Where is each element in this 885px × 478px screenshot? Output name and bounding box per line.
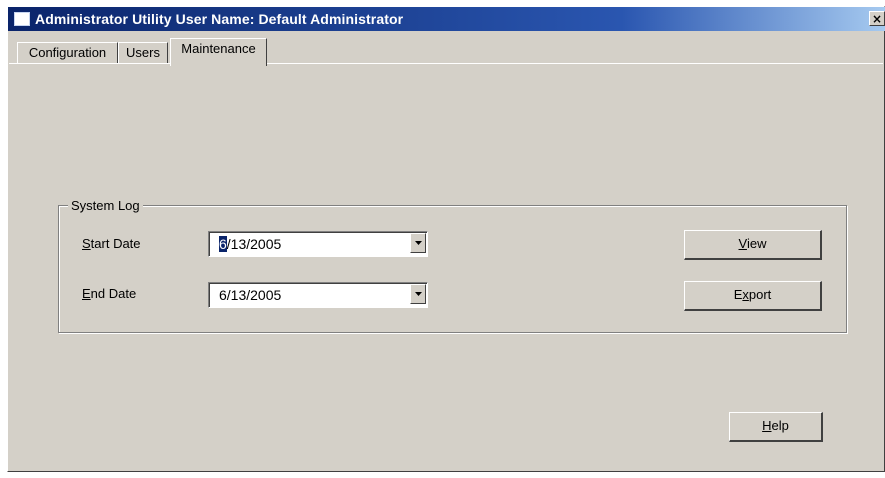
title-bar[interactable]: Administrator Utility User Name: Default…	[8, 7, 885, 31]
group-title: System Log	[68, 198, 143, 213]
tab-configuration[interactable]: Configuration	[17, 42, 118, 64]
label-text: tart Date	[90, 236, 141, 251]
button-label: iew	[746, 236, 767, 251]
button-label: elp	[771, 418, 789, 433]
tab-label: Users	[126, 45, 160, 60]
dropdown-button[interactable]	[410, 284, 426, 304]
export-button[interactable]: Export	[684, 281, 822, 311]
tab-maintenance[interactable]: Maintenance	[170, 38, 267, 66]
end-date-combo[interactable]: 6/13/2005	[208, 282, 428, 308]
dropdown-button[interactable]	[410, 233, 426, 253]
close-icon[interactable]: ×	[869, 11, 885, 26]
window-title: Administrator Utility User Name: Default…	[35, 11, 404, 27]
tab-label: Maintenance	[181, 41, 256, 56]
mnemonic: H	[762, 418, 772, 433]
button-label: port	[748, 287, 772, 302]
label-text: nd Date	[90, 286, 137, 301]
tab-label: Configuration	[28, 45, 107, 60]
start-date-label: Start Date	[82, 236, 141, 251]
mnemonic: S	[82, 236, 91, 251]
mnemonic: E	[82, 286, 91, 301]
tab-users[interactable]: Users	[118, 42, 168, 64]
value-text: /13/2005	[226, 236, 282, 252]
selected-text: 6	[219, 236, 227, 252]
end-date-label: End Date	[82, 286, 136, 301]
help-button[interactable]: Help	[729, 412, 823, 442]
chevron-down-icon	[415, 241, 422, 245]
chevron-down-icon	[415, 292, 422, 296]
mnemonic: V	[738, 236, 747, 251]
window-icon	[14, 12, 30, 26]
system-log-group	[58, 205, 847, 333]
end-date-value[interactable]: 6/13/2005	[219, 287, 281, 303]
start-date-combo[interactable]: 6/13/2005	[208, 231, 428, 257]
view-button[interactable]: View	[684, 230, 822, 260]
start-date-value[interactable]: 6/13/2005	[219, 236, 281, 252]
